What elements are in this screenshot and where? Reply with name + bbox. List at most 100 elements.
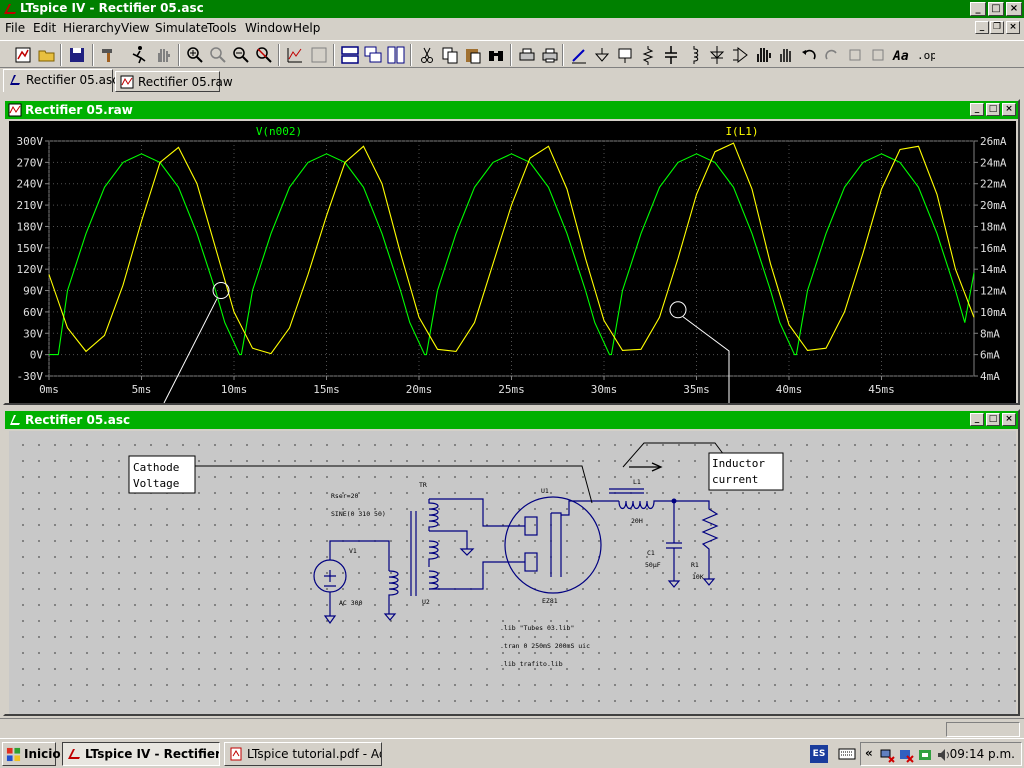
series-label-v-n002[interactable]: V(n002) <box>256 125 302 138</box>
paste-icon[interactable] <box>462 44 484 66</box>
keyboard-icon[interactable] <box>838 747 856 761</box>
open-folder-icon[interactable] <box>36 44 58 66</box>
status-cell <box>946 722 1020 737</box>
spice-directive-icon[interactable]: .op <box>913 44 935 66</box>
pane-maximize-button[interactable]: □ <box>986 103 1000 116</box>
inductor-l1[interactable] <box>609 488 719 586</box>
series-label-i-l1[interactable]: I(L1) <box>725 125 758 138</box>
pane-maximize-button[interactable]: □ <box>986 413 1000 426</box>
update-icon[interactable] <box>917 747 933 763</box>
text-icon[interactable]: Aa <box>890 44 912 66</box>
halt-hand-icon[interactable] <box>152 44 174 66</box>
schematic-drawing[interactable]: Cathode Voltage Inductor current Rser=20… <box>9 431 1016 714</box>
menu-edit[interactable]: Edit <box>33 21 56 35</box>
schematic-window-icon <box>10 415 20 425</box>
waveform-chart[interactable]: -30V 0V 30V 60V 90V 120V 150V 180V 210V 240V 270V 3… <box>9 121 1016 404</box>
menu-simulate[interactable]: Simulate <box>155 21 208 35</box>
maximize-button[interactable]: □ <box>988 2 1004 16</box>
x-axis-tick-label: 20ms <box>406 383 433 396</box>
tab-label: Rectifier 05.asc <box>26 73 119 87</box>
diode-icon[interactable] <box>706 44 728 66</box>
label-u1: U1 <box>541 487 549 495</box>
menu-window[interactable]: Window <box>245 21 292 35</box>
menu-tools[interactable]: Tools <box>207 21 237 35</box>
pane-close-button[interactable]: × <box>1002 103 1016 116</box>
undo-icon[interactable] <box>798 44 820 66</box>
open-schematic-icon[interactable] <box>12 44 34 66</box>
left-axis-tick-label: 30V <box>23 327 43 340</box>
x-axis-tick-label: 45ms <box>868 383 895 396</box>
left-axis-tick-label: 180V <box>17 220 44 233</box>
plot-frame <box>48 140 975 377</box>
autorange-icon[interactable] <box>284 44 306 66</box>
drag-hand-icon[interactable] <box>775 44 797 66</box>
pane-close-button[interactable]: × <box>1002 413 1016 426</box>
menu-view[interactable]: View <box>121 21 149 35</box>
menu-file[interactable]: File <box>5 21 25 35</box>
tab-waveform[interactable]: Rectifier 05.raw <box>115 71 233 92</box>
save-icon[interactable] <box>66 44 88 66</box>
tab-schematic[interactable]: Rectifier 05.asc <box>3 69 119 92</box>
language-indicator[interactable]: ES <box>810 745 828 763</box>
transformer-u2[interactable] <box>383 498 525 621</box>
rotate-icon[interactable] <box>844 44 866 66</box>
move-hand-icon[interactable] <box>752 44 774 66</box>
minimize-button[interactable]: _ <box>970 2 986 16</box>
mirror-icon[interactable] <box>867 44 889 66</box>
tube-ez81[interactable] <box>504 496 619 594</box>
left-axis-tick-label: 270V <box>17 156 44 169</box>
capacitor-c1[interactable] <box>666 501 682 588</box>
schematic-window-caption: Rectifier 05.asc _ □ × <box>5 411 1018 429</box>
toolbar-separator <box>562 44 564 66</box>
taskbar-button-ltspice[interactable]: LTspice IV - Rectifier ... <box>62 742 220 766</box>
series-line-i-l1[interactable] <box>48 142 975 355</box>
draw-wire-icon[interactable] <box>568 44 590 66</box>
schematic-window-title: Rectifier 05.asc <box>25 413 131 427</box>
windows-logo-icon <box>6 747 21 762</box>
taskbar-button-pdf[interactable]: LTspice tutorial.pdf - Ad... <box>224 742 382 766</box>
close-button[interactable]: × <box>1006 2 1022 16</box>
clock[interactable]: 09:14 p.m. <box>950 747 1015 761</box>
component-icon[interactable] <box>729 44 751 66</box>
capacitor-icon[interactable] <box>660 44 682 66</box>
security-alert-icon[interactable] <box>898 747 914 763</box>
tray-expand-icon[interactable]: « <box>865 746 873 760</box>
cascade-icon[interactable] <box>362 44 384 66</box>
right-axis-tick-label: 20mA <box>980 199 1007 212</box>
schematic-canvas[interactable]: Cathode Voltage Inductor current Rser=20… <box>9 431 1016 714</box>
zoom-out-icon[interactable] <box>230 44 252 66</box>
pane-minimize-button[interactable]: _ <box>970 103 984 116</box>
mdi-restore-button[interactable]: ❐ <box>990 21 1004 34</box>
print-setup-icon[interactable] <box>516 44 538 66</box>
series-line-v-n002[interactable] <box>49 153 975 356</box>
mdi-minimize-button[interactable]: _ <box>975 21 989 34</box>
print-icon[interactable] <box>539 44 561 66</box>
left-axis-tick-label: 0V <box>30 349 44 362</box>
zoom-fit-icon[interactable] <box>253 44 275 66</box>
pane-minimize-button[interactable]: _ <box>970 413 984 426</box>
autorange-disabled-icon[interactable] <box>308 44 330 66</box>
cut-icon[interactable] <box>416 44 438 66</box>
ground-icon[interactable] <box>591 44 613 66</box>
find-binoculars-icon[interactable] <box>485 44 507 66</box>
network-icon[interactable] <box>879 747 895 763</box>
start-button[interactable]: Inicio <box>2 742 61 766</box>
label-net-icon[interactable] <box>614 44 636 66</box>
mdi-close-button[interactable]: × <box>1006 21 1020 34</box>
redo-icon[interactable] <box>821 44 843 66</box>
menu-hierarchy[interactable]: Hierarchy <box>63 21 121 35</box>
tile-vertical-icon[interactable] <box>385 44 407 66</box>
zoom-in-icon[interactable] <box>184 44 206 66</box>
run-simulation-icon[interactable] <box>128 44 150 66</box>
waveform-plot[interactable]: -30V 0V 30V 60V 90V 120V 150V 180V 210V 240V 270V 3… <box>9 121 1016 404</box>
inductor-icon[interactable] <box>683 44 705 66</box>
zoom-pan-icon[interactable] <box>207 44 229 66</box>
toolbar-separator <box>92 44 94 66</box>
copy-icon[interactable] <box>439 44 461 66</box>
hammer-icon[interactable] <box>98 44 120 66</box>
taskbar-button-label: LTspice IV - Rectifier ... <box>85 747 220 761</box>
system-tray: « 09:14 p.m. <box>860 742 1022 766</box>
resistor-icon[interactable] <box>637 44 659 66</box>
menu-help[interactable]: Help <box>293 21 320 35</box>
tile-horizontal-icon[interactable] <box>339 44 361 66</box>
